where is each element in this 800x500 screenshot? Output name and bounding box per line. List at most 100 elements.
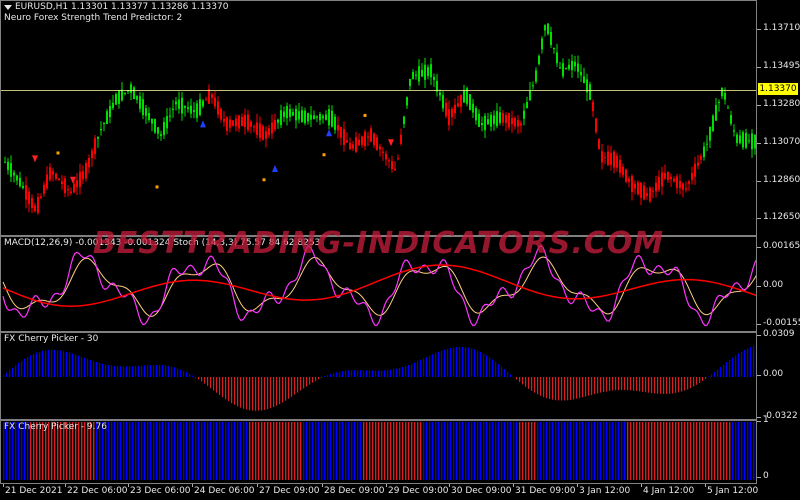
candle-body — [676, 176, 678, 189]
candle-body — [733, 130, 735, 132]
candle-body — [79, 171, 81, 187]
time-tick-mark — [577, 484, 578, 487]
cherry30-bar — [573, 377, 575, 400]
cherry976-bar — [492, 422, 494, 480]
price-tick-label: 1.12860 — [763, 174, 800, 185]
cherry976-bar — [246, 422, 248, 480]
cherry30-bar — [522, 377, 524, 385]
cherry976-bar — [288, 422, 290, 480]
cherry30-bar — [645, 377, 647, 393]
macd-pane[interactable]: MACD(12,26,9) -0.001343 -0.001324 Stoch … — [0, 236, 757, 332]
cherry976-bar — [501, 422, 503, 480]
cherry976-bar — [711, 422, 713, 480]
cherry-picker-30-axis[interactable]: 0.0309 0.00 -0.0322 — [757, 329, 800, 421]
cherry976-bar — [465, 422, 467, 480]
cherry30-bar — [606, 377, 608, 392]
time-tick-label: 28 Dec 09:00 — [324, 486, 385, 496]
cherry30-bar — [246, 377, 248, 410]
cherry976-bar — [588, 422, 590, 480]
cherry976-bar — [408, 422, 410, 480]
cherry30-bar — [168, 366, 170, 377]
price-tick-mark — [757, 180, 761, 182]
candle-body — [229, 119, 231, 128]
cherry976-bar — [618, 422, 620, 480]
cherry30-bar — [423, 358, 425, 377]
time-tick-mark — [386, 484, 387, 487]
dropdown-triangle-icon[interactable] — [4, 4, 12, 10]
cherry30-bar — [378, 370, 380, 377]
price-axis[interactable]: 1.13710 1.13495 1.13280 1.13070 1.12860 1.126… — [757, 0, 800, 236]
cherry30-bar — [657, 377, 659, 394]
cherry976-bar — [390, 422, 392, 480]
cherry30-bar — [465, 347, 467, 377]
cherry976-bar — [357, 422, 359, 480]
cherry976-bar — [633, 422, 635, 480]
macd-axis[interactable]: 0.001654 0.00 -0.00155 — [757, 236, 800, 332]
candle-body — [637, 182, 639, 195]
cherry30-bar — [525, 377, 527, 387]
cherry-picker-976-pane[interactable]: FX Cherry Picker - 9.76 — [0, 420, 757, 484]
cherry30-bar — [462, 346, 464, 377]
cherry976-bar — [381, 422, 383, 480]
cherry30-bar — [480, 352, 482, 377]
candle-body — [169, 115, 171, 117]
cherry-picker-30-pane[interactable]: FX Cherry Picker - 30 — [0, 332, 757, 420]
price-pane[interactable]: EURUSD,H1 1.13301 1.13377 1.13286 1.1337… — [0, 0, 757, 236]
candle-body — [718, 102, 720, 104]
candle-body — [679, 181, 681, 188]
cherry30-bar — [729, 359, 731, 377]
candle-body — [523, 110, 525, 119]
cherry30-bar — [132, 366, 134, 377]
cherry30-bar — [456, 347, 458, 377]
cherry976-bar — [570, 422, 572, 480]
candle-body — [601, 151, 603, 163]
cherry976-bar — [555, 422, 557, 480]
symbol-info[interactable]: EURUSD,H1 1.13301 1.13377 1.13286 1.1337… — [4, 2, 228, 12]
cherry30-bar — [369, 370, 371, 377]
cherry976-bar — [642, 422, 644, 480]
candle-body — [508, 112, 510, 128]
cherry976-bar — [285, 422, 287, 480]
candle-body — [712, 115, 714, 131]
time-axis[interactable]: 21 Dec 2021 22 Dec 06:00 23 Dec 06:00 24 De… — [0, 484, 758, 500]
cherry976-bar — [489, 422, 491, 480]
candle-body — [280, 110, 282, 126]
candle-body — [625, 169, 627, 182]
cherry30-bar — [387, 370, 389, 377]
cherry-picker-976-axis[interactable]: 10 — [757, 415, 800, 484]
cherry30-bar — [147, 365, 149, 377]
candle-body — [265, 131, 267, 139]
cherry30-bar — [108, 365, 110, 377]
candle-body — [520, 123, 522, 126]
cherry976-bar — [456, 422, 458, 480]
candle-body — [595, 118, 597, 133]
candle-body — [370, 128, 372, 142]
price-tick-mark — [757, 105, 761, 107]
cherry976-bar — [606, 422, 608, 480]
candle-body — [415, 74, 417, 76]
candle-body — [418, 66, 420, 82]
price-candles — [1, 23, 756, 215]
trading-chart[interactable]: EURUSD,H1 1.13301 1.13377 1.13286 1.1337… — [0, 0, 800, 500]
candle-body — [604, 157, 606, 159]
cherry30-bar — [99, 362, 101, 377]
cherry30-bar — [225, 377, 227, 400]
cherry30-bar — [75, 354, 77, 377]
cherry30-bar — [54, 349, 56, 377]
cherry30-bar — [738, 353, 740, 377]
cherry30-bar — [666, 377, 668, 394]
cherry30-bar — [690, 377, 692, 389]
cherry30-bar — [45, 350, 47, 377]
macd-title-text: MACD(12,26,9) -0.001343 -0.001324 — [4, 238, 171, 248]
candle-body — [274, 119, 276, 130]
cherry30-bar — [171, 366, 173, 377]
time-tick-label: 31 Dec 09:00 — [515, 486, 576, 496]
candle-body — [256, 122, 258, 135]
current-price-badge: 1.13370 — [758, 83, 798, 96]
cherry976-bar — [417, 422, 419, 480]
cherry30-bar — [642, 377, 644, 392]
cherry976-bar — [453, 422, 455, 480]
cherry976-bar — [321, 422, 323, 480]
candle-body — [745, 132, 747, 148]
candle-body — [607, 151, 609, 165]
